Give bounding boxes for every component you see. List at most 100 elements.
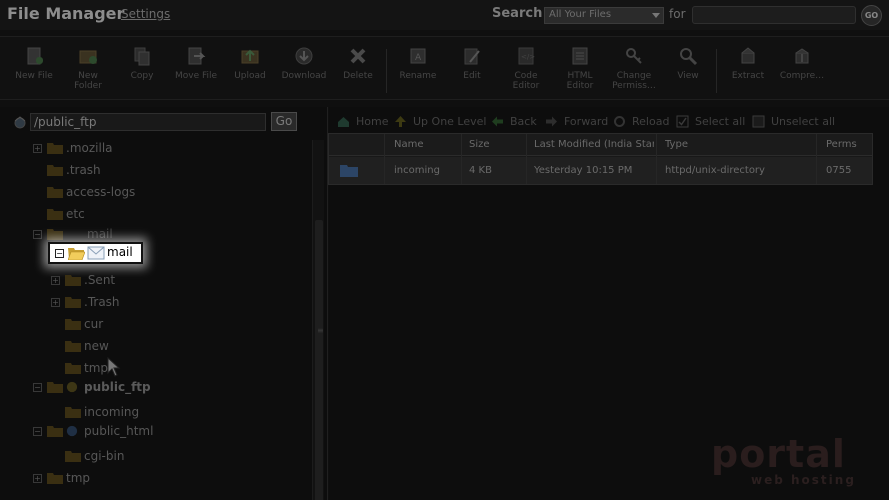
tree-item-cgi-bin[interactable]: cgi-bin — [51, 448, 171, 466]
column-header-perms[interactable]: Perms — [826, 139, 871, 150]
column-header-type[interactable]: Type — [665, 139, 805, 150]
code-editor-icon: </> — [518, 47, 535, 65]
new-file-button[interactable]: New File — [6, 45, 62, 81]
expand-icon[interactable]: + — [51, 276, 60, 285]
change-permissions-label: Change Permiss… — [612, 71, 656, 91]
home-directory-icon[interactable] — [12, 115, 28, 129]
collapse-icon[interactable]: − — [33, 427, 42, 436]
download-icon — [295, 47, 313, 65]
search-label: Search — [492, 6, 543, 21]
column-header-size[interactable]: Size — [469, 139, 524, 150]
table-row[interactable]: incoming 4 KB Yesterday 10:15 PM httpd/u… — [329, 157, 872, 184]
tree-item-label: .mozilla — [66, 141, 113, 155]
extract-icon — [741, 47, 755, 64]
change-permissions-icon — [626, 48, 642, 64]
column-header-name[interactable]: Name — [394, 139, 464, 150]
watermark-logo-text: portal — [711, 432, 846, 476]
view-button[interactable]: View — [660, 45, 716, 81]
compress-button[interactable]: Compre… — [774, 45, 830, 81]
delete-icon — [350, 48, 366, 64]
new-folder-button[interactable]: New Folder — [60, 45, 116, 91]
move-file-label: Move File — [174, 71, 218, 81]
tree-item-public-ftp[interactable]: − public_ftp — [33, 379, 173, 397]
extract-button[interactable]: Extract — [720, 45, 776, 81]
tree-item-mail-selected[interactable]: − mail — [48, 242, 143, 264]
checkbox-unchecked-icon — [752, 115, 765, 128]
path-go-button[interactable]: Go — [271, 112, 297, 131]
tree-item-label: public_ftp — [84, 380, 151, 394]
copy-icon — [134, 47, 150, 66]
tree-item-new[interactable]: new — [51, 338, 171, 356]
new-folder-icon — [79, 50, 97, 64]
tree-item-label: .Sent — [84, 273, 116, 287]
tree-item-trash-mail[interactable]: + .Trash — [51, 294, 171, 312]
move-file-button[interactable]: Move File — [168, 45, 224, 81]
navigation-bar: Home Up One Level Back Forward Reload Se… — [329, 112, 889, 132]
scrollbar-thumb[interactable] — [315, 220, 323, 500]
folder-open-icon — [68, 248, 85, 260]
search-input[interactable] — [692, 6, 856, 24]
download-button[interactable]: Download — [276, 45, 332, 81]
folder-icon — [65, 451, 81, 462]
rename-icon: A — [410, 48, 426, 64]
collapse-icon[interactable]: − — [55, 249, 64, 258]
cell-size: 4 KB — [469, 165, 492, 176]
app-title: File Manager — [7, 4, 125, 23]
collapse-icon[interactable]: − — [33, 383, 42, 392]
upload-button[interactable]: Upload — [222, 45, 278, 81]
globe-icon — [66, 425, 78, 437]
tree-item-trash[interactable]: .trash — [33, 162, 153, 180]
settings-link[interactable]: Settings — [121, 7, 170, 21]
grip-icon: ≡ — [317, 326, 324, 335]
for-label: for — [669, 7, 686, 21]
delete-button[interactable]: Delete — [330, 45, 386, 81]
folder-icon — [47, 165, 63, 176]
tree-item-access-logs[interactable]: access-logs — [33, 184, 173, 202]
search-scope-select[interactable]: All Your Files — [544, 7, 664, 24]
mail-icon — [87, 246, 105, 260]
expand-icon[interactable]: + — [33, 474, 42, 483]
tree-scrollbar[interactable]: ≡ — [312, 140, 324, 500]
tree-item-incoming[interactable]: incoming — [51, 404, 171, 422]
edit-button[interactable]: Edit — [444, 45, 500, 81]
watermark-sub-text: web hosting — [751, 473, 856, 487]
rename-label: Rename — [399, 71, 437, 81]
tree-item-etc[interactable]: etc — [33, 206, 153, 224]
copy-button[interactable]: Copy — [114, 45, 170, 81]
home-label: Home — [356, 115, 389, 128]
code-editor-label: Code Editor — [512, 71, 540, 91]
tree-item-mozilla[interactable]: + .mozilla — [33, 140, 153, 158]
expand-icon[interactable]: + — [51, 298, 60, 307]
forward-arrow-icon — [546, 116, 557, 127]
tree-item-public-html[interactable]: − public_html — [33, 423, 173, 441]
collapse-icon[interactable]: − — [33, 230, 42, 239]
cell-perms: 0755 — [826, 165, 852, 176]
home-icon — [338, 117, 349, 127]
column-divider — [384, 134, 385, 184]
toolbar-separator — [716, 49, 717, 93]
tree-item-label: .Trash — [84, 295, 120, 309]
column-header-last-modified[interactable]: Last Modified (India Standard Time) — [534, 139, 654, 150]
table-header-row: Name Size Last Modified (India Standard … — [329, 134, 872, 156]
toolbar: New File New Folder Copy Move File Uploa… — [0, 36, 889, 100]
folder-icon — [65, 341, 81, 352]
html-editor-icon — [572, 47, 588, 65]
tree-item-label: mail — [87, 227, 113, 241]
code-editor-button[interactable]: </> Code Editor — [498, 45, 554, 91]
path-input[interactable]: /public_ftp — [30, 113, 266, 131]
tree-item-label: cgi-bin — [84, 449, 125, 463]
expand-icon[interactable]: + — [33, 144, 42, 153]
toolbar-separator — [386, 49, 387, 93]
change-permissions-button[interactable]: Change Permiss… — [606, 45, 662, 91]
tree-item-sent[interactable]: + .Sent — [51, 272, 171, 290]
back-arrow-icon — [492, 116, 503, 127]
html-editor-button[interactable]: HTML Editor — [552, 45, 608, 91]
rename-button[interactable]: A Rename — [390, 45, 446, 81]
svg-text:A: A — [415, 53, 422, 63]
checkbox-checked-icon — [676, 115, 689, 128]
edit-label: Edit — [463, 71, 481, 81]
tree-item-tmp[interactable]: + tmp — [33, 470, 153, 488]
search-go-button[interactable]: GO — [861, 5, 882, 26]
tree-item-label: mail — [107, 245, 133, 259]
tree-item-cur[interactable]: cur — [51, 316, 171, 334]
